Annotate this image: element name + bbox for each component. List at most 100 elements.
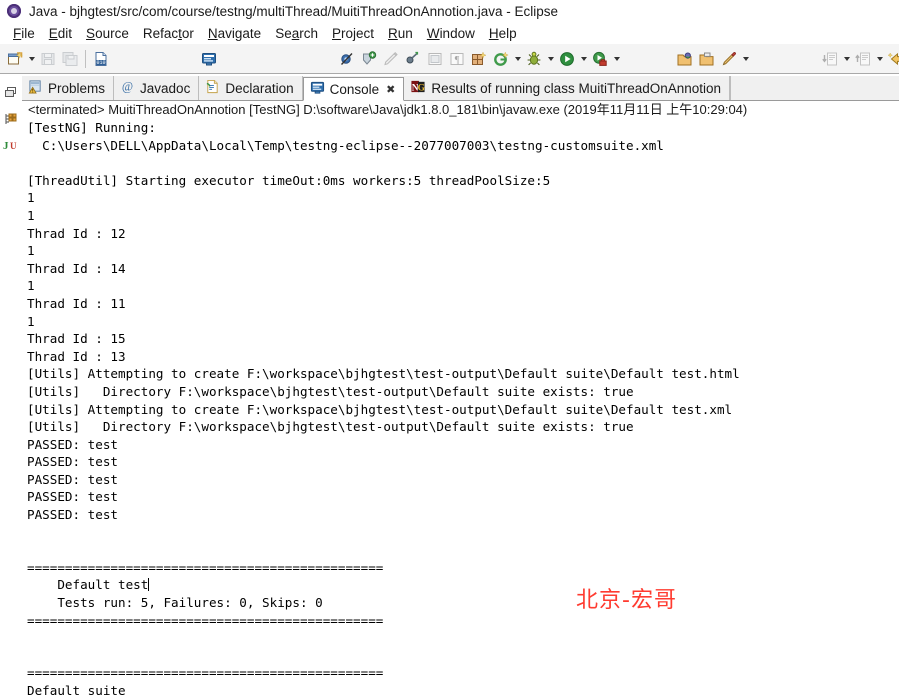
step-into-dropdown-arrow[interactable] xyxy=(841,48,852,70)
svg-text:J: J xyxy=(3,140,9,152)
open-console-icon[interactable] xyxy=(198,48,220,70)
console-line: PASSED: test xyxy=(27,471,899,489)
step-into-icon xyxy=(819,48,841,70)
tab-console[interactable]: Console ✖ xyxy=(303,77,405,101)
menu-navigate[interactable]: Navigate xyxy=(201,25,268,42)
new-java-class-icon[interactable] xyxy=(718,48,740,70)
console-line: PASSED: test xyxy=(27,488,899,506)
tab-testng-results[interactable]: N G Results of running class MuitiThread… xyxy=(404,76,730,100)
skip-breakpoints-icon[interactable] xyxy=(336,48,358,70)
tab-problems[interactable]: Problems xyxy=(22,76,114,100)
console-line xyxy=(27,647,899,665)
run-dropdown-arrow[interactable] xyxy=(578,48,589,70)
console-line: Thrad Id : 13 xyxy=(27,348,899,366)
new-wizard-dropdown-arrow[interactable] xyxy=(26,48,37,70)
pencil-icon xyxy=(380,48,402,70)
tab-testng-results-label: Results of running class MuitiThreadOnAn… xyxy=(431,81,721,96)
console-line: 1 xyxy=(27,277,899,295)
show-whitespace-icon: ¶ xyxy=(446,48,468,70)
run-icon[interactable] xyxy=(556,48,578,70)
console-line: Default test xyxy=(27,576,899,594)
svg-text:010: 010 xyxy=(96,60,105,66)
new-wizard-icon[interactable] xyxy=(4,48,26,70)
problems-icon xyxy=(28,79,43,97)
console-line xyxy=(27,524,899,542)
menu-project[interactable]: Project xyxy=(325,25,381,42)
coverage-icon[interactable] xyxy=(490,48,512,70)
menu-run[interactable]: Run xyxy=(381,25,420,42)
new-java-project-icon[interactable] xyxy=(674,48,696,70)
console-line xyxy=(27,541,899,559)
console-line: [ThreadUtil] Starting executor timeOut:0… xyxy=(27,172,899,190)
left-view-rail: J U xyxy=(0,76,22,696)
new-java-class-dropdown-arrow[interactable] xyxy=(740,48,751,70)
main-toolbar: 010 xyxy=(0,44,899,74)
junit-view-icon[interactable]: J U xyxy=(1,134,21,156)
console-line: 1 xyxy=(27,207,899,225)
tab-console-label: Console xyxy=(330,82,380,97)
back-to-last-edit-icon[interactable] xyxy=(885,48,899,70)
restore-view-icon[interactable] xyxy=(1,82,21,104)
console-line: PASSED: test xyxy=(27,453,899,471)
console-line: ========================================… xyxy=(27,559,899,577)
menu-search[interactable]: Search xyxy=(268,25,325,42)
binary-file-icon[interactable]: 010 xyxy=(90,48,112,70)
svg-text:U: U xyxy=(10,141,17,151)
tab-declaration[interactable]: Declaration xyxy=(199,76,302,100)
coverage-dropdown-arrow[interactable] xyxy=(512,48,523,70)
tab-javadoc-label: Javadoc xyxy=(140,81,190,96)
save-all-icon xyxy=(59,48,81,70)
run-external-tools-dropdown-arrow[interactable] xyxy=(611,48,622,70)
console-line: C:\Users\DELL\AppData\Local\Temp\testng-… xyxy=(27,137,899,155)
console-line xyxy=(27,154,899,172)
console-line: [Utils] Attempting to create F:\workspac… xyxy=(27,401,899,419)
view-tab-row: Problems @ Javadoc xyxy=(22,76,899,101)
menu-bar: File Edit Source Refactor Navigate Searc… xyxy=(0,22,899,44)
save-icon xyxy=(37,48,59,70)
console-line: Tests run: 5, Failures: 0, Skips: 0 xyxy=(27,594,899,612)
testng-icon: N G xyxy=(410,79,426,97)
console-view: <terminated> MuitiThreadOnAnnotion [Test… xyxy=(22,101,899,696)
console-line: Default suite xyxy=(27,682,899,696)
menu-refactor[interactable]: Refactor xyxy=(136,25,201,42)
svg-text:@: @ xyxy=(122,80,133,94)
svg-text:G: G xyxy=(418,83,426,93)
toggle-block-selection-icon xyxy=(424,48,446,70)
console-line: ========================================… xyxy=(27,612,899,630)
console-line: 1 xyxy=(27,313,899,331)
menu-help[interactable]: Help xyxy=(482,25,524,42)
outline-view-icon[interactable] xyxy=(1,108,21,130)
console-line: 1 xyxy=(27,242,899,260)
link-with-editor-icon[interactable] xyxy=(402,48,424,70)
run-external-tools-icon[interactable] xyxy=(589,48,611,70)
tab-javadoc[interactable]: @ Javadoc xyxy=(114,76,199,100)
console-line: ========================================… xyxy=(27,664,899,682)
eclipse-window: Java - bjhgtest/src/com/course/testng/mu… xyxy=(0,0,899,696)
console-line: Thrad Id : 14 xyxy=(27,260,899,278)
tab-problems-label: Problems xyxy=(48,81,105,96)
toggle-mark-occurrences-icon[interactable] xyxy=(358,48,380,70)
console-line: Thrad Id : 12 xyxy=(27,225,899,243)
debug-dropdown-arrow[interactable] xyxy=(545,48,556,70)
console-output[interactable]: [TestNG] Running: C:\Users\DELL\AppData\… xyxy=(22,119,899,696)
console-line xyxy=(27,629,899,647)
menu-file[interactable]: File xyxy=(6,25,42,42)
console-icon xyxy=(310,80,325,98)
new-java-package-icon[interactable] xyxy=(468,48,490,70)
watermark-text: 北京-宏哥 xyxy=(576,582,677,614)
window-title: Java - bjhgtest/src/com/course/testng/mu… xyxy=(29,4,558,19)
eclipse-icon xyxy=(6,3,22,19)
menu-edit[interactable]: Edit xyxy=(42,25,79,42)
console-process-line: <terminated> MuitiThreadOnAnnotion [Test… xyxy=(22,101,899,119)
new-package-folder-icon[interactable] xyxy=(696,48,718,70)
console-line: [TestNG] Running: xyxy=(27,119,899,137)
close-icon[interactable]: ✖ xyxy=(386,83,395,96)
declaration-icon xyxy=(205,79,220,97)
debug-icon[interactable] xyxy=(523,48,545,70)
console-line: Thrad Id : 15 xyxy=(27,330,899,348)
step-return-dropdown-arrow[interactable] xyxy=(874,48,885,70)
menu-window[interactable]: Window xyxy=(420,25,482,42)
console-line: PASSED: test xyxy=(27,436,899,454)
console-line: Thrad Id : 11 xyxy=(27,295,899,313)
menu-source[interactable]: Source xyxy=(79,25,136,42)
